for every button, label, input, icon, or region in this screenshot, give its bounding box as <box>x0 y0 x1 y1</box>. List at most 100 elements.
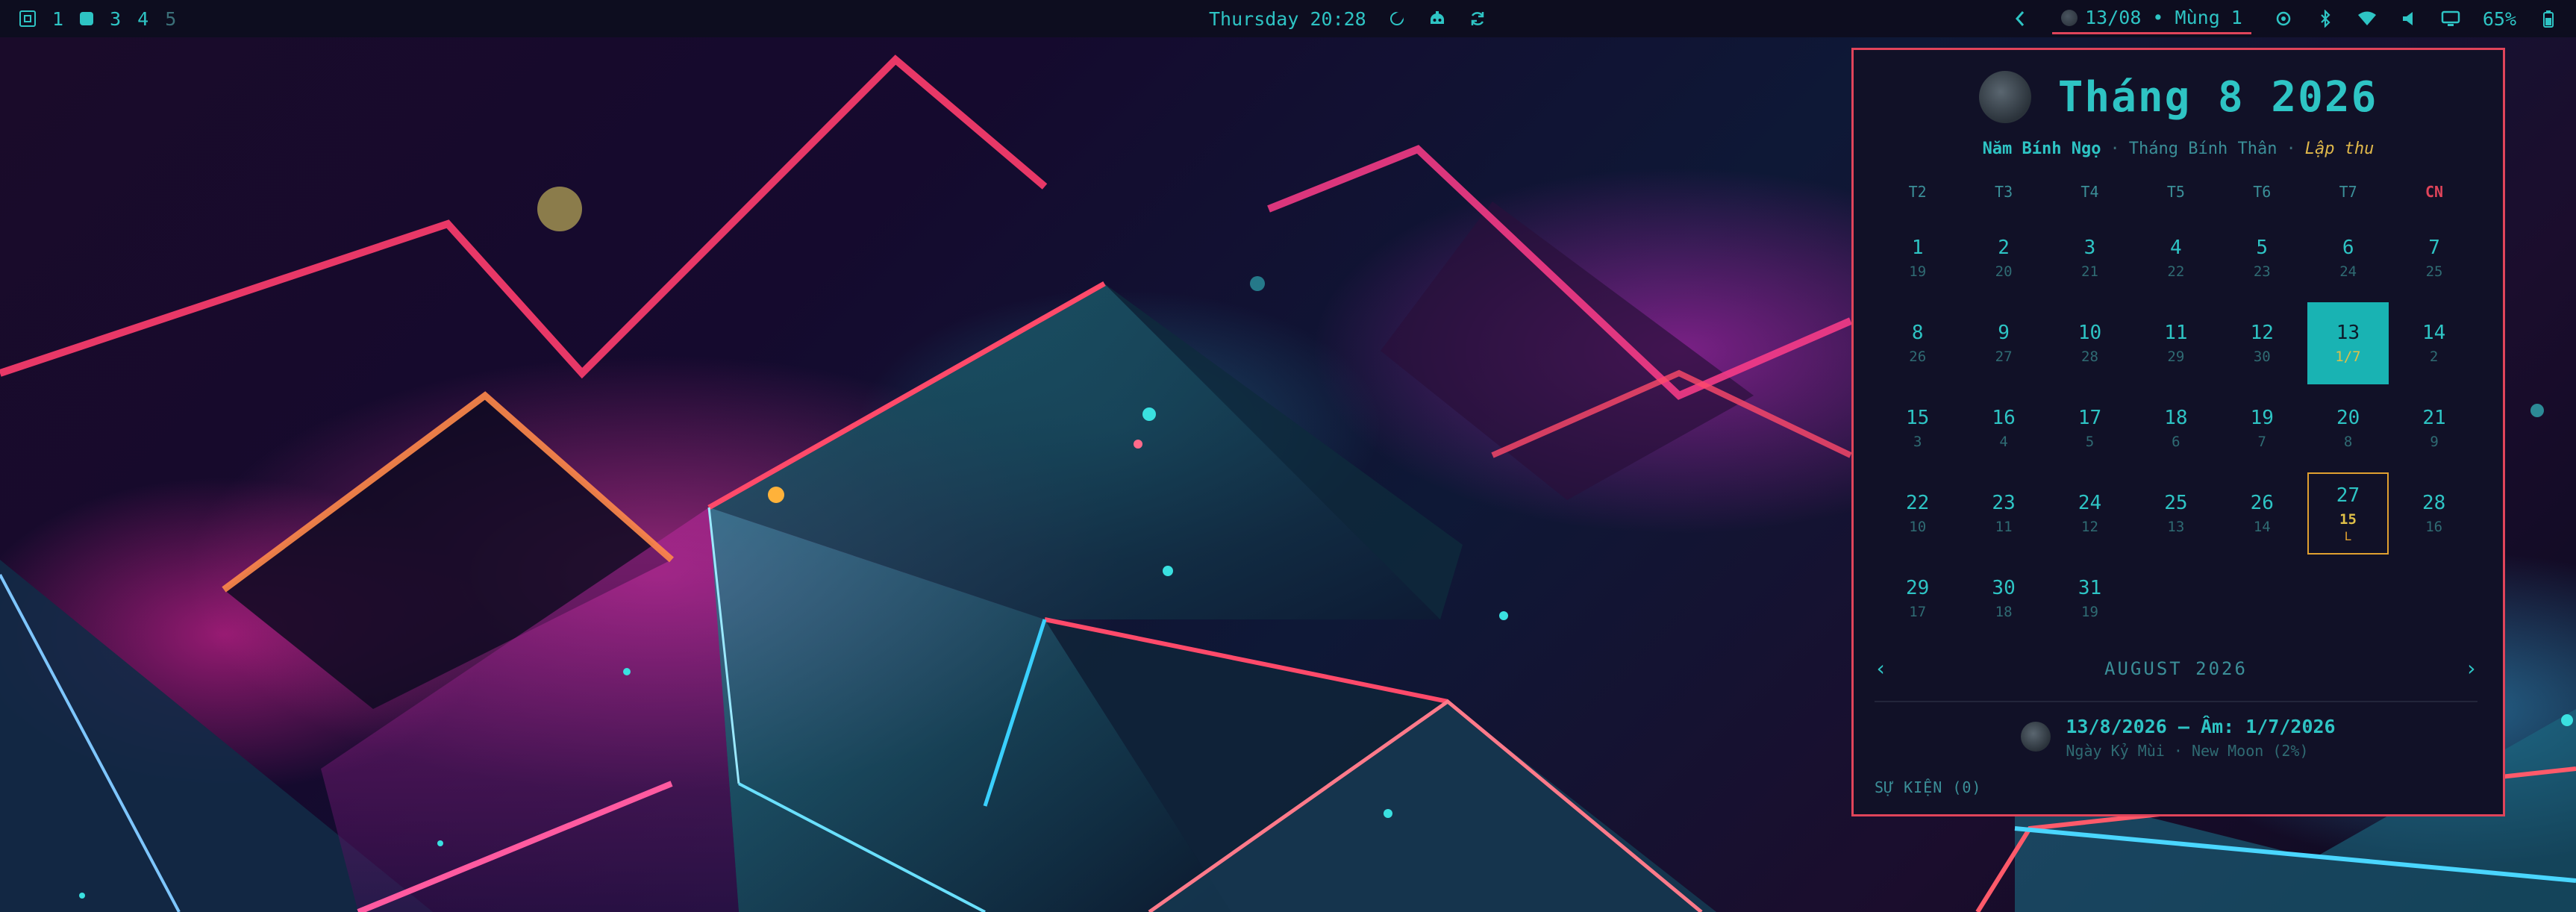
night-mode-icon[interactable] <box>1387 9 1407 28</box>
lunar-day: 8 <box>2343 434 2353 450</box>
volume-icon[interactable] <box>2399 9 2419 28</box>
day-cell[interactable]: 21 9 <box>2391 386 2477 471</box>
lunar-day: 30 <box>2253 349 2271 365</box>
day-cell[interactable]: 18 6 <box>2133 386 2219 471</box>
workspace-5[interactable]: 5 <box>165 8 176 30</box>
top-bar: 1 3 4 5 Thursday 20:28 13/08 • Mùng 1 65… <box>0 0 2576 37</box>
workspace-3[interactable]: 3 <box>110 8 121 30</box>
solar-day: 24 <box>2078 492 2102 514</box>
day-cell[interactable]: 20 8 <box>2305 386 2391 471</box>
workspace-1[interactable]: 1 <box>52 8 63 30</box>
solar-day: 7 <box>2428 237 2440 259</box>
week-row: 22 10 23 11 24 12 25 13 26 14 27 15 L 28 16 <box>1875 471 2477 556</box>
lunar-day: 23 <box>2253 263 2271 280</box>
day-cell[interactable]: 26 14 <box>2219 471 2305 556</box>
solar-day: 27 <box>2336 484 2360 507</box>
day-cell[interactable]: 8 26 <box>1875 301 1960 386</box>
lunar-day: 16 <box>2425 519 2443 535</box>
day-cell[interactable]: 4 22 <box>2133 216 2219 301</box>
weekday-header: T2 T3 T4 T5 T6 T7 CN <box>1875 178 2477 216</box>
day-cell[interactable]: 15 3 <box>1875 386 1960 471</box>
selected-date: 13/8/2026 — Âm: 1/7/2026 <box>2066 716 2336 737</box>
lunar-date-pill[interactable]: 13/08 • Mùng 1 <box>2052 4 2251 34</box>
day-cell[interactable]: 30 18 <box>1960 556 2046 641</box>
weekday-label: T2 <box>1908 183 1927 201</box>
lunar-day: 29 <box>2167 349 2185 365</box>
workspace-switcher: 1 3 4 5 <box>19 0 176 37</box>
day-cell-today[interactable]: 13 1/7 <box>2307 302 2389 384</box>
day-cell[interactable]: 10 28 <box>2047 301 2133 386</box>
solar-day: 6 <box>2342 237 2354 259</box>
lunar-day: 6 <box>2172 434 2180 450</box>
day-cell[interactable]: 12 30 <box>2219 301 2305 386</box>
day-cell[interactable]: 28 16 <box>2391 471 2477 556</box>
day-cell[interactable]: 24 12 <box>2047 471 2133 556</box>
selected-detail: Ngày Kỷ Mùi · New Moon (2%) <box>2066 742 2309 760</box>
workspace-active[interactable] <box>80 12 94 25</box>
calendar-header: Tháng 8 2026 <box>1854 71 2503 123</box>
lunar-day: 21 <box>2081 263 2098 280</box>
day-cell[interactable]: 25 13 <box>2133 471 2219 556</box>
day-cell[interactable]: 14 2 <box>2391 301 2477 386</box>
battery-percentage[interactable]: 65% <box>2483 8 2516 30</box>
lunar-day: 19 <box>1909 263 1927 280</box>
vpn-icon[interactable] <box>2274 9 2293 28</box>
day-cell[interactable]: 16 4 <box>1960 386 2046 471</box>
bluetooth-icon[interactable] <box>2316 9 2335 28</box>
day-cell[interactable]: 5 23 <box>2219 216 2305 301</box>
weekday-label: CN <box>2425 183 2444 201</box>
solar-day: 16 <box>1992 407 2016 429</box>
lunar-day: 14 <box>2253 519 2271 535</box>
solar-day: 20 <box>2336 407 2360 429</box>
bot-icon[interactable] <box>1428 9 1447 28</box>
lunar-day: 4 <box>1999 434 2008 450</box>
display-icon[interactable] <box>2441 9 2460 28</box>
next-month-button[interactable]: › <box>2465 656 2477 681</box>
lunar-day: 24 <box>2339 263 2357 280</box>
day-cell[interactable]: 2 20 <box>1960 216 2046 301</box>
prev-month-button[interactable]: ‹ <box>1875 656 1887 681</box>
day-cell[interactable]: 23 11 <box>1960 471 2046 556</box>
lunar-day: 20 <box>1995 263 2013 280</box>
solar-day: 14 <box>2422 322 2446 344</box>
lunar-day: 28 <box>2081 349 2098 365</box>
day-cell[interactable]: 31 19 <box>2047 556 2133 641</box>
solar-day: 31 <box>2078 577 2102 599</box>
day-cell[interactable]: 22 10 <box>1875 471 1960 556</box>
solar-day: 3 <box>2083 237 2096 259</box>
solar-day: 19 <box>2250 407 2274 429</box>
chevron-left-icon[interactable] <box>2010 9 2030 28</box>
week-row: 8 26 9 27 10 28 11 29 12 30 13 1/7 14 2 <box>1875 301 2477 386</box>
lunar-day: 18 <box>1995 604 2013 620</box>
holiday-marker: L <box>2344 528 2352 543</box>
day-cell-full-moon[interactable]: 27 15 L <box>2307 472 2389 555</box>
calendar-popup: Tháng 8 2026 Năm Bính Ngọ · Tháng Bính Thâ… <box>1851 48 2505 816</box>
day-cell[interactable]: 17 5 <box>2047 386 2133 471</box>
day-cell[interactable]: 3 21 <box>2047 216 2133 301</box>
refresh-icon[interactable] <box>1468 9 1487 28</box>
lunar-day: 5 <box>2085 434 2095 450</box>
wifi-icon[interactable] <box>2357 9 2377 28</box>
events-label[interactable]: SỰ KIỆN (0) <box>1875 778 1981 796</box>
workspace-4[interactable]: 4 <box>137 8 149 30</box>
lunar-day: 2 <box>2429 349 2439 365</box>
day-cell[interactable]: 7 25 <box>2391 216 2477 301</box>
clock[interactable]: Thursday 20:28 <box>1209 8 1366 30</box>
day-cell[interactable]: 11 29 <box>2133 301 2219 386</box>
layout-icon[interactable] <box>19 10 36 27</box>
day-cell[interactable]: 6 24 <box>2305 216 2391 301</box>
day-cell[interactable]: 29 17 <box>1875 556 1960 641</box>
day-cell[interactable]: 1 19 <box>1875 216 1960 301</box>
day-cell[interactable]: 9 27 <box>1960 301 2046 386</box>
solar-day: 13 <box>2336 322 2360 344</box>
lunar-day: 1/7 <box>2335 349 2361 365</box>
weekday-label: T6 <box>2253 183 2272 201</box>
calendar-title: Tháng 8 2026 <box>2057 72 2378 122</box>
lunar-day: 17 <box>1909 604 1927 620</box>
battery-icon[interactable] <box>2539 9 2558 28</box>
day-cell[interactable]: 19 7 <box>2219 386 2305 471</box>
weekday-label: T7 <box>2339 183 2357 201</box>
week-row: 15 3 16 4 17 5 18 6 19 7 20 8 21 9 <box>1875 386 2477 471</box>
year-can-chi: Năm Bính Ngọ <box>1982 140 2101 158</box>
solar-day: 28 <box>2422 492 2446 514</box>
